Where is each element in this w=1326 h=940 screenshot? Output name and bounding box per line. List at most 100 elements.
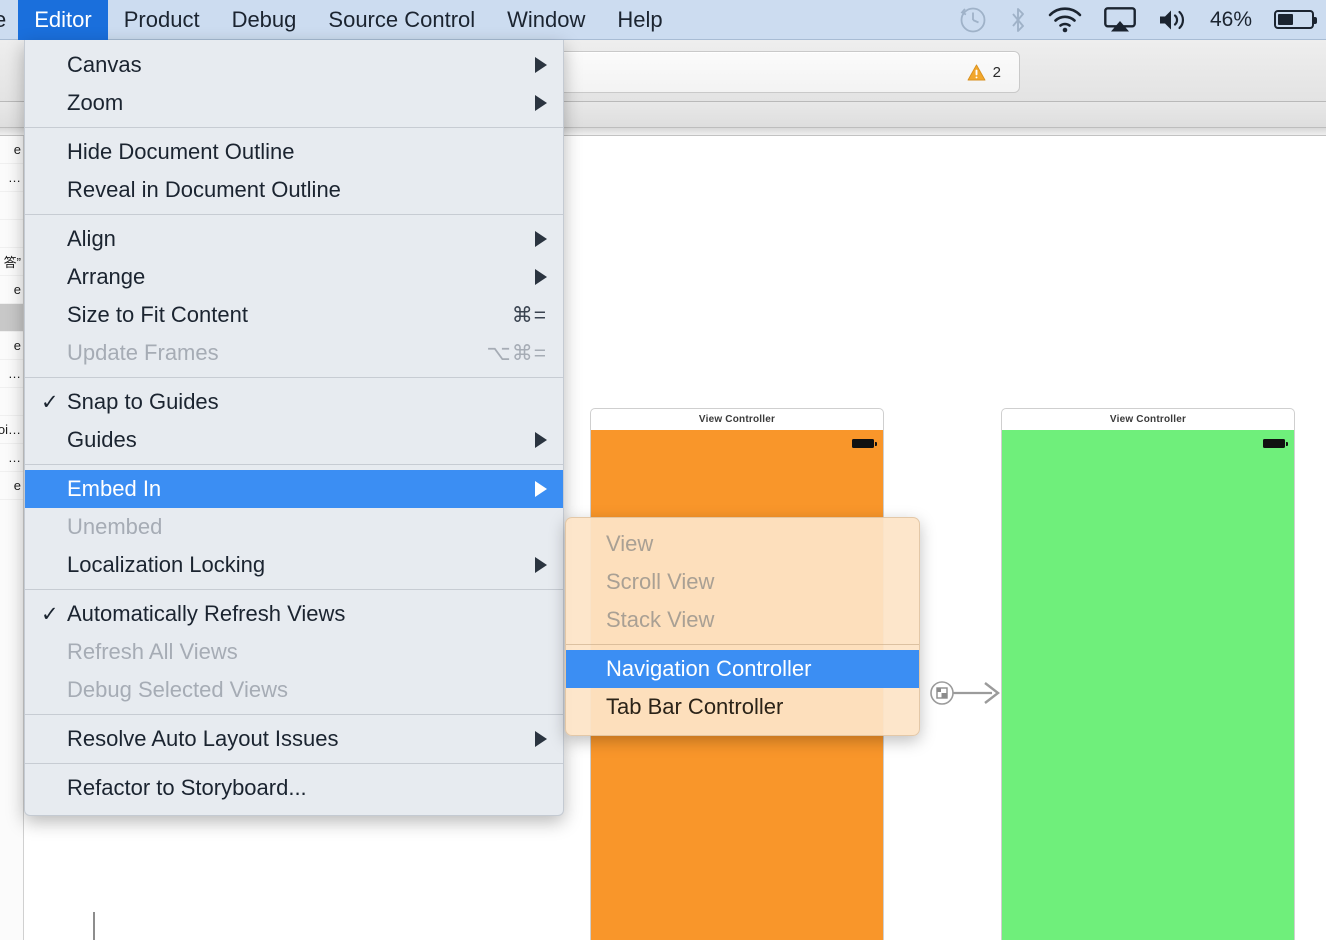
menu-item-reveal-in-document-outline[interactable]: Reveal in Document Outline — [25, 171, 563, 209]
submenu-item-stack-view: Stack View — [566, 601, 919, 639]
warning-count: 2 — [992, 63, 1001, 81]
warning-triangle-icon[interactable] — [967, 63, 986, 81]
menu-item-align[interactable]: Align — [25, 220, 563, 258]
submenu-item-label: Scroll View — [606, 569, 715, 594]
volume-icon[interactable] — [1158, 8, 1188, 32]
menubar-item-help[interactable]: Help — [601, 0, 678, 40]
menu-item-refactor-to-storyboard[interactable]: Refactor to Storyboard... — [25, 769, 563, 807]
menu-item-embed-in[interactable]: Embed In — [25, 470, 563, 508]
list-item[interactable]: … — [0, 360, 23, 388]
submenu-item-scroll-view: Scroll View — [566, 563, 919, 601]
green-scene[interactable]: View Controller — [1001, 408, 1295, 940]
embed-in-submenu[interactable]: View Scroll View Stack View Navigation C… — [565, 517, 920, 736]
menu-item-hide-document-outline[interactable]: Hide Document Outline — [25, 133, 563, 171]
list-item[interactable] — [0, 192, 23, 220]
list-item[interactable]: … — [0, 164, 23, 192]
menubar-item-clipped[interactable]: e — [0, 0, 18, 40]
list-item[interactable]: e — [0, 472, 23, 500]
list-item[interactable]: e — [0, 276, 23, 304]
menubar-item-source-control[interactable]: Source Control — [312, 0, 491, 40]
menu-item-label: Hide Document Outline — [67, 139, 295, 164]
menu-item-refresh-all-views: Refresh All Views — [25, 633, 563, 671]
list-item[interactable]: 答” — [0, 248, 23, 276]
menubar-item-window[interactable]: Window — [491, 0, 601, 40]
list-item[interactable]: … — [0, 444, 23, 472]
menu-item-label: Embed In — [67, 476, 162, 501]
chevron-right-icon — [535, 731, 547, 747]
menu-item-label: Align — [67, 226, 116, 251]
chevron-right-icon — [535, 557, 547, 573]
menu-item-arrange[interactable]: Arrange — [25, 258, 563, 296]
menu-separator — [25, 464, 563, 465]
menu-item-automatically-refresh-views[interactable]: ✓ Automatically Refresh Views — [25, 595, 563, 633]
bluetooth-icon[interactable] — [1010, 6, 1026, 34]
menu-item-label: Update Frames — [67, 340, 219, 365]
chevron-right-icon — [535, 95, 547, 111]
chevron-right-icon — [535, 231, 547, 247]
menubar-status-area: 46% — [958, 0, 1326, 39]
menu-item-resolve-auto-layout-issues[interactable]: Resolve Auto Layout Issues — [25, 720, 563, 758]
checkmark-icon: ✓ — [41, 602, 59, 626]
menu-item-zoom[interactable]: Zoom — [25, 84, 563, 122]
menu-item-size-to-fit-content[interactable]: Size to Fit Content ⌘= — [25, 296, 563, 334]
list-item[interactable]: oi… — [0, 416, 23, 444]
airplay-icon[interactable] — [1104, 6, 1136, 33]
macos-menubar: e Editor Product Debug Source Control Wi… — [0, 0, 1326, 40]
submenu-separator — [566, 644, 919, 645]
menu-separator — [25, 589, 563, 590]
wifi-icon[interactable] — [1048, 6, 1082, 33]
menu-item-label: Snap to Guides — [67, 389, 219, 414]
chevron-right-icon — [535, 481, 547, 497]
chevron-right-icon — [535, 57, 547, 73]
scene-title: View Controller — [1001, 408, 1295, 430]
chevron-right-icon — [535, 269, 547, 285]
menu-separator — [25, 377, 563, 378]
submenu-item-tab-bar-controller[interactable]: Tab Bar Controller — [566, 688, 919, 726]
menubar-item-editor[interactable]: Editor — [18, 0, 108, 40]
list-item[interactable] — [0, 220, 23, 248]
status-battery-icon — [852, 439, 877, 448]
scene-body[interactable] — [1001, 430, 1295, 940]
submenu-item-label: Tab Bar Controller — [606, 694, 784, 719]
battery-percent-label: 46% — [1209, 7, 1252, 31]
menubar-item-debug[interactable]: Debug — [216, 0, 313, 40]
menu-item-label: Guides — [67, 427, 137, 452]
battery-fill — [1278, 14, 1293, 25]
submenu-item-view: View — [566, 525, 919, 563]
submenu-item-label: View — [606, 531, 654, 556]
menu-item-label: Canvas — [67, 52, 142, 77]
menu-item-label: Refactor to Storyboard... — [67, 775, 307, 800]
menu-item-label: Localization Locking — [67, 552, 266, 577]
submenu-item-navigation-controller[interactable]: Navigation Controller — [566, 650, 919, 688]
list-item[interactable]: e — [0, 136, 23, 164]
list-item[interactable]: e — [0, 332, 23, 360]
project-navigator[interactable]: e … 答” e e … oi… … e — [0, 136, 24, 940]
list-item-selected[interactable] — [0, 304, 23, 332]
menu-item-snap-to-guides[interactable]: ✓ Snap to Guides — [25, 383, 563, 421]
menu-separator — [25, 763, 563, 764]
battery-icon[interactable] — [1274, 10, 1317, 29]
menu-item-label: Resolve Auto Layout Issues — [67, 726, 339, 751]
menu-separator — [25, 714, 563, 715]
status-battery-icon — [1263, 439, 1288, 448]
menubar-item-product[interactable]: Product — [108, 0, 216, 40]
menu-item-label: Refresh All Views — [67, 639, 238, 664]
editor-dropdown-menu[interactable]: Canvas Zoom Hide Document Outline Reveal… — [24, 40, 564, 816]
menu-item-debug-selected-views: Debug Selected Views — [25, 671, 563, 709]
segue-arrow-icon[interactable] — [930, 678, 1006, 708]
canvas-connector-line — [93, 912, 95, 940]
menu-item-label: Zoom — [67, 90, 124, 115]
menu-item-label: Debug Selected Views — [67, 677, 288, 702]
menu-item-label: Reveal in Document Outline — [67, 177, 341, 202]
menu-item-label: Size to Fit Content — [67, 302, 248, 327]
list-item[interactable] — [0, 388, 23, 416]
menu-item-label: Automatically Refresh Views — [67, 601, 346, 626]
checkmark-icon: ✓ — [41, 390, 59, 414]
time-machine-icon[interactable] — [958, 5, 988, 35]
menu-item-canvas[interactable]: Canvas — [25, 46, 563, 84]
menu-item-label: Unembed — [67, 514, 163, 539]
menu-item-localization-locking[interactable]: Localization Locking — [25, 546, 563, 584]
menu-item-guides[interactable]: Guides — [25, 421, 563, 459]
menu-item-update-frames: Update Frames ⌥⌘= — [25, 334, 563, 372]
chevron-right-icon — [535, 432, 547, 448]
